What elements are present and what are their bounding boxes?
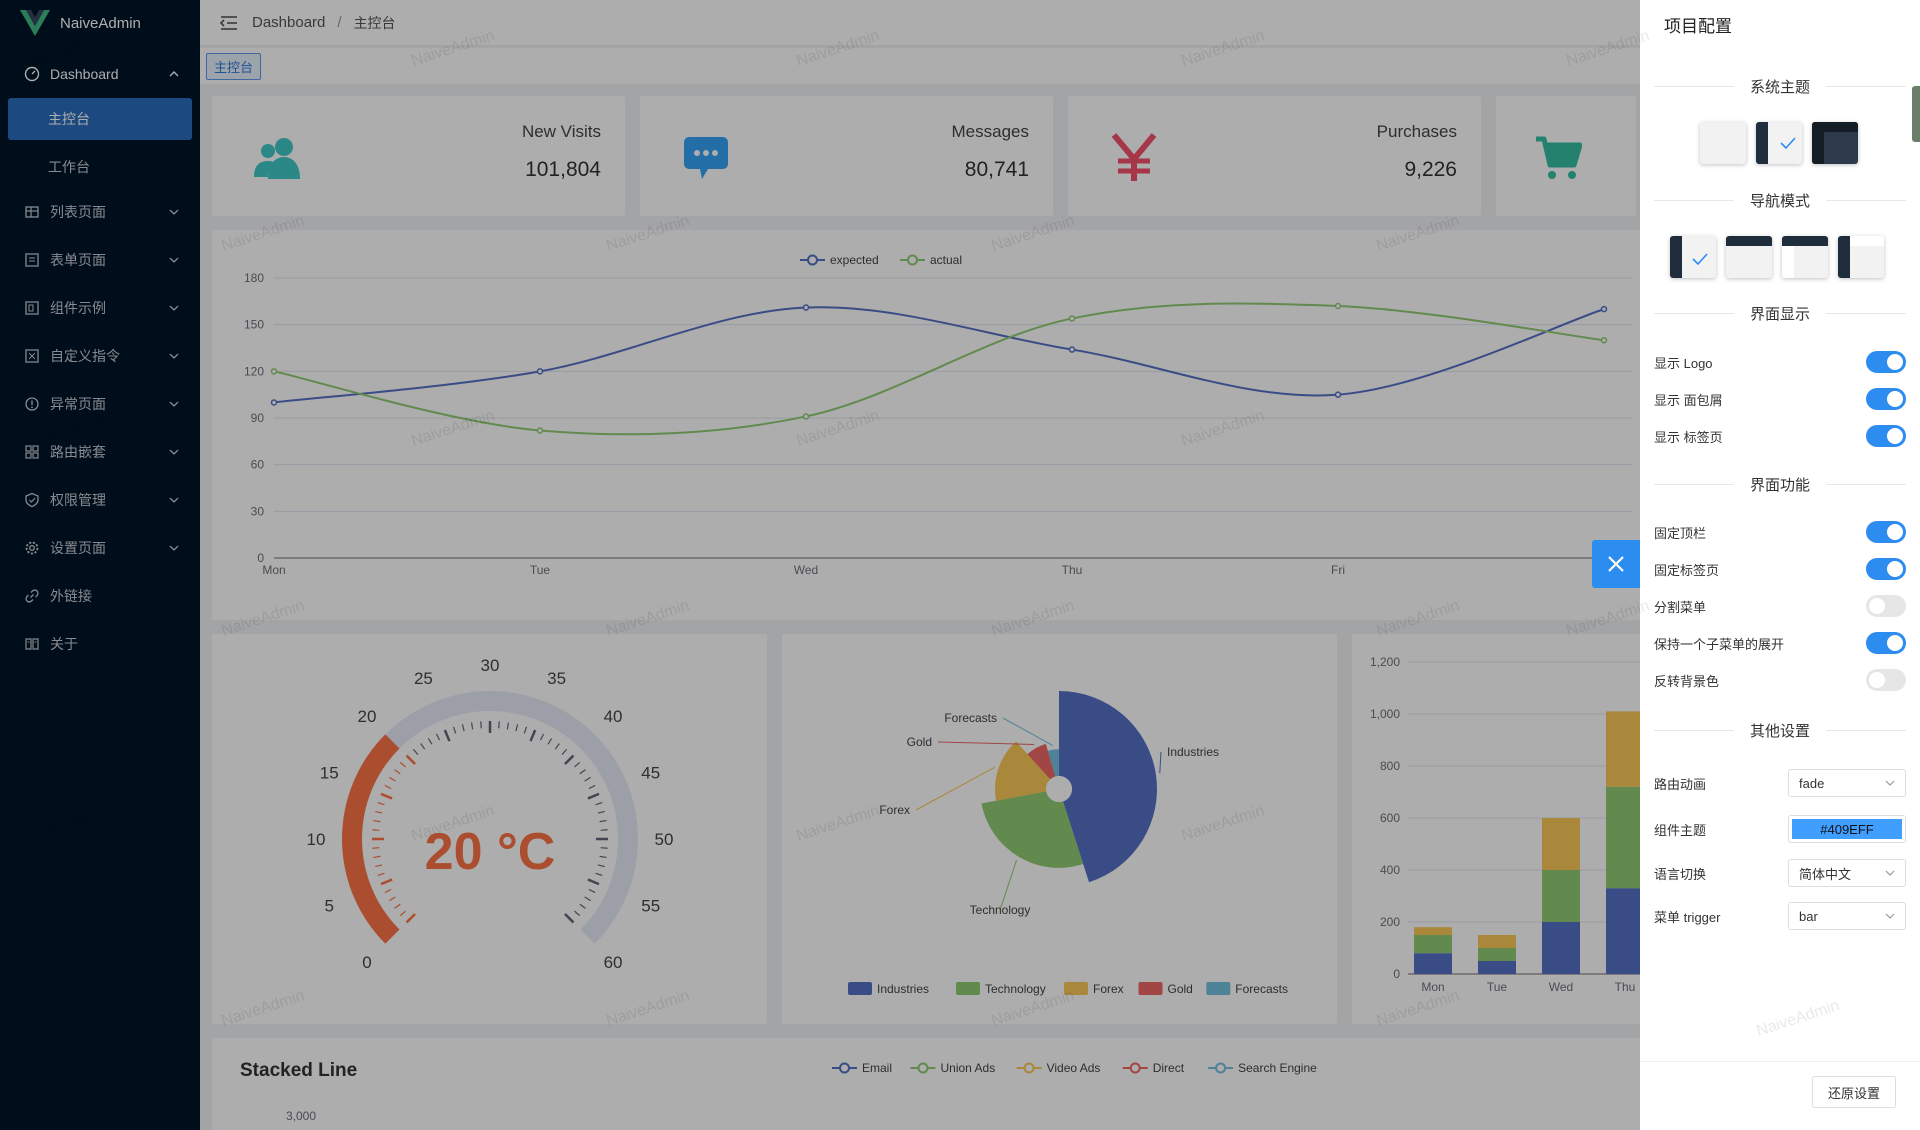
section-divider-nav: 导航模式 (1654, 190, 1906, 210)
app-root: NaiveAdmin Dashboard 主控台 工作台 列表页面 表单页面 组件示… (0, 0, 1920, 1130)
close-icon (1606, 554, 1626, 574)
toggle-label: 显示 标签页 (1654, 429, 1723, 445)
nav-mode-mix-option[interactable] (1782, 236, 1828, 278)
toggle-label: 分割菜单 (1654, 599, 1707, 615)
theme-light-option[interactable] (1700, 122, 1746, 164)
toggle-label: 固定顶栏 (1654, 525, 1707, 541)
section-title: 导航模式 (1750, 192, 1811, 210)
toggle-label: 显示 Logo (1654, 355, 1713, 371)
toggle-switch[interactable] (1866, 558, 1906, 580)
theme-color-row: 组件主题 #409EFF (1654, 812, 1906, 846)
language-label: 语言切换 (1654, 866, 1707, 882)
route-anim-row: 路由动画 fade (1654, 768, 1906, 798)
toggle-row: 显示 面包屑 (1654, 387, 1906, 411)
drawer-title: 项目配置 (1664, 17, 1732, 36)
section-divider-theme: 系统主题 (1654, 76, 1906, 96)
reset-settings-button[interactable]: 还原设置 (1812, 1076, 1896, 1108)
color-value: #409EFF (1792, 819, 1902, 839)
toggle-switch[interactable] (1866, 351, 1906, 373)
section-title: 其他设置 (1750, 722, 1811, 740)
toggle-switch[interactable] (1866, 425, 1906, 447)
section-title: 系统主题 (1750, 78, 1811, 96)
select-value: bar (1799, 908, 1818, 924)
close-drawer-button[interactable] (1592, 540, 1640, 588)
nav-mode-sidebar-option[interactable] (1670, 236, 1716, 278)
chevron-down-icon (1885, 776, 1895, 791)
nav-mode-top-option[interactable] (1726, 236, 1772, 278)
toggle-row: 固定顶栏 (1654, 520, 1906, 544)
toggle-row: 分割菜单 (1654, 594, 1906, 618)
section-divider-function: 界面功能 (1654, 474, 1906, 494)
toggle-label: 反转背景色 (1654, 673, 1720, 689)
toggle-label: 显示 面包屑 (1654, 392, 1723, 408)
toggle-label: 保持一个子菜单的展开 (1654, 636, 1785, 652)
project-settings-drawer: 项目配置 系统主题 导航模式 界面显示 显示 Logo 显示 面包屑 显示 标签页 … (1640, 0, 1920, 1130)
language-row: 语言切换 简体中文 (1654, 858, 1906, 888)
toggle-row: 显示 标签页 (1654, 424, 1906, 448)
theme-color-picker[interactable]: #409EFF (1788, 815, 1906, 843)
section-title: 界面功能 (1750, 476, 1811, 494)
check-icon (1780, 136, 1796, 153)
nav-mode-sidebar-light-option[interactable] (1838, 236, 1884, 278)
menu-trigger-row: 菜单 trigger bar (1654, 901, 1906, 931)
section-divider-display: 界面显示 (1654, 303, 1906, 323)
toggle-switch[interactable] (1866, 595, 1906, 617)
drawer-footer-divider (1640, 1061, 1920, 1062)
check-icon (1692, 252, 1708, 269)
language-select[interactable]: 简体中文 (1788, 859, 1906, 887)
chevron-down-icon (1885, 866, 1895, 881)
theme-color-label: 组件主题 (1654, 822, 1707, 838)
toggle-switch[interactable] (1866, 388, 1906, 410)
drawer-scroll-handle[interactable] (1912, 86, 1920, 142)
theme-dark-sidebar-option[interactable] (1756, 122, 1802, 164)
chevron-down-icon (1885, 909, 1895, 924)
toggle-row: 反转背景色 (1654, 668, 1906, 692)
route-anim-select[interactable]: fade (1788, 769, 1906, 797)
theme-dark-option[interactable] (1812, 122, 1858, 164)
select-value: 简体中文 (1799, 866, 1852, 882)
toggle-switch[interactable] (1866, 632, 1906, 654)
toggle-row: 显示 Logo (1654, 350, 1906, 374)
toggle-switch[interactable] (1866, 521, 1906, 543)
toggle-label: 固定标签页 (1654, 562, 1720, 578)
section-title: 界面显示 (1750, 305, 1811, 323)
route-anim-label: 路由动画 (1654, 776, 1707, 792)
drawer-mask[interactable] (0, 0, 1640, 1130)
toggle-row: 固定标签页 (1654, 557, 1906, 581)
menu-trigger-label: 菜单 trigger (1654, 909, 1721, 925)
section-divider-other: 其他设置 (1654, 720, 1906, 740)
select-value: fade (1799, 775, 1825, 791)
toggle-switch[interactable] (1866, 669, 1906, 691)
menu-trigger-select[interactable]: bar (1788, 902, 1906, 930)
toggle-row: 保持一个子菜单的展开 (1654, 631, 1906, 655)
